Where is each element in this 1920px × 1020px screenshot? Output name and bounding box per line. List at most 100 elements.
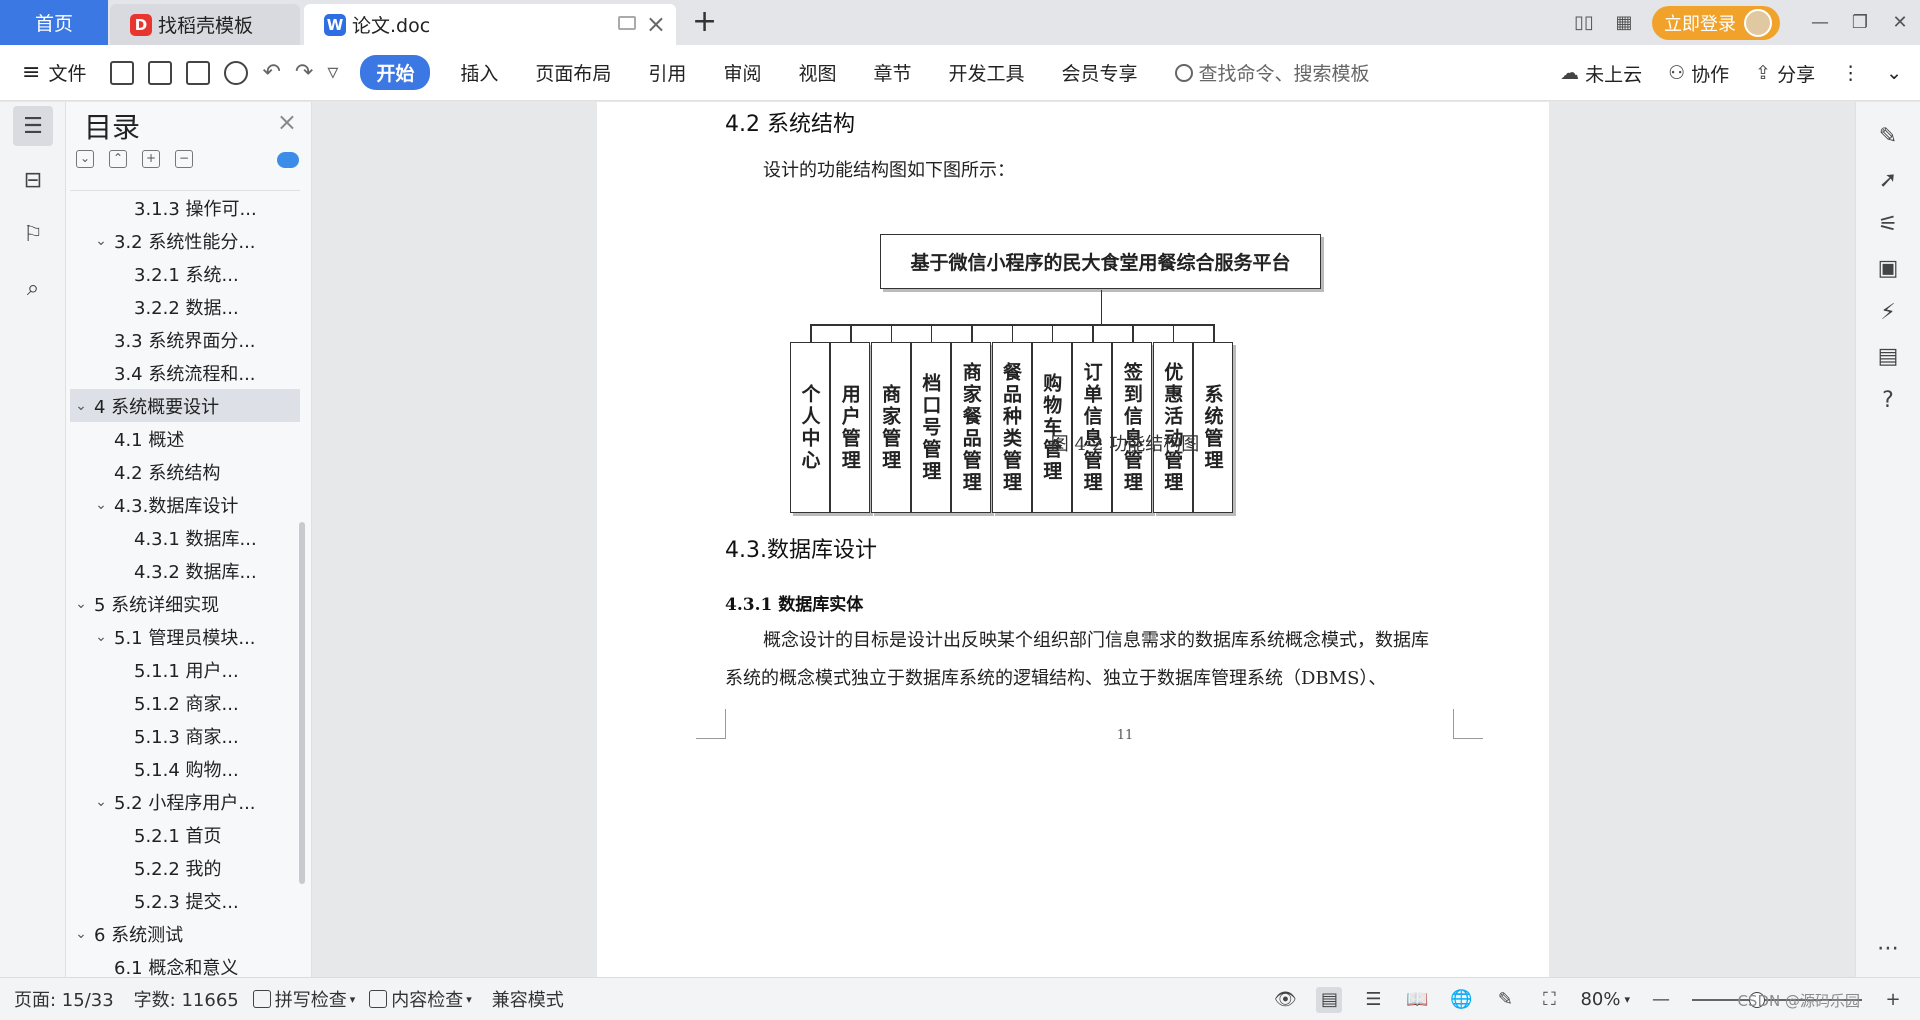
toc-item[interactable]: 5.2.1 首页 bbox=[70, 818, 300, 851]
promote-icon[interactable]: + bbox=[142, 150, 160, 168]
chevron-down-icon[interactable]: ⌄ bbox=[94, 794, 108, 810]
toc-item[interactable]: 5.1.2 商家... bbox=[70, 686, 300, 719]
page-view-icon[interactable]: ▤ bbox=[1316, 986, 1343, 1013]
toc-item[interactable]: 5.2.2 我的 bbox=[70, 851, 300, 884]
chevron-down-icon[interactable]: ⌄ bbox=[94, 497, 108, 513]
select-cursor-icon[interactable]: ➚ bbox=[1872, 164, 1904, 196]
toc-item[interactable]: 5.1.3 商家... bbox=[70, 719, 300, 752]
toc-item[interactable]: ⌄ 3.2 系统性能分... bbox=[70, 224, 300, 257]
undo-icon[interactable]: ↶ bbox=[262, 60, 280, 85]
toc-item[interactable]: 6.1 概念和意义 bbox=[70, 950, 300, 978]
eye-protect-icon[interactable]: 👁 bbox=[1272, 987, 1298, 1013]
ribbon-tab[interactable]: 视图 bbox=[798, 59, 836, 86]
tab-document[interactable]: W 论文.doc × bbox=[304, 4, 676, 45]
print-icon[interactable] bbox=[186, 60, 211, 85]
minimize-icon[interactable]: — bbox=[1800, 0, 1840, 45]
share-button[interactable]: ⇪ 分享 bbox=[1755, 60, 1815, 87]
ribbon-tab[interactable]: 页面布局 bbox=[535, 59, 611, 86]
toc-item[interactable]: 4.3.1 数据库... bbox=[70, 521, 300, 554]
reading-layout-icon[interactable]: ▯▯ bbox=[1564, 0, 1604, 45]
toc-panel-icon[interactable]: ☰ bbox=[13, 106, 53, 146]
edit-pen-icon[interactable]: ✎ bbox=[1872, 120, 1904, 152]
write-mode-icon[interactable]: ✎ bbox=[1492, 987, 1518, 1013]
toc-item[interactable]: ⌄ 4 系统概要设计 bbox=[70, 389, 300, 422]
fit-page-icon[interactable]: ⛶ bbox=[1536, 987, 1562, 1013]
web-view-icon[interactable]: 🌐 bbox=[1448, 987, 1474, 1013]
ribbon-tab[interactable]: 会员专享 bbox=[1062, 59, 1138, 86]
toc-item[interactable]: 4.1 概述 bbox=[70, 422, 300, 455]
save-icon[interactable] bbox=[110, 60, 135, 85]
page-indicator[interactable]: 页面: 15/33 bbox=[14, 986, 114, 1012]
toc-item[interactable]: 5.2.3 提交... bbox=[70, 884, 300, 917]
toc-item[interactable]: 4.2 系统结构 bbox=[70, 455, 300, 488]
toc-item[interactable]: 3.1.3 操作可... bbox=[70, 191, 300, 224]
toc-item[interactable]: 5.1.1 用户... bbox=[70, 653, 300, 686]
outline-view-icon[interactable]: ☰ bbox=[1360, 987, 1386, 1013]
chevron-down-icon[interactable]: ⌄ bbox=[94, 233, 108, 249]
file-menu[interactable]: ≡ 文件 bbox=[22, 59, 86, 86]
expand-all-icon[interactable]: ⌄ bbox=[76, 150, 94, 168]
toc-item[interactable]: 3.4 系统流程和... bbox=[70, 356, 300, 389]
chevron-down-icon[interactable]: ⌄ bbox=[74, 398, 88, 414]
navigation-pane-icon[interactable]: ⊟ bbox=[13, 160, 53, 200]
new-tab-button[interactable]: + bbox=[692, 4, 717, 39]
demote-icon[interactable]: − bbox=[175, 150, 193, 168]
toc-item[interactable]: ⌄ 5.2 小程序用户... bbox=[70, 785, 300, 818]
zoom-in-icon[interactable]: + bbox=[1880, 987, 1906, 1013]
image-tools-icon[interactable]: ▣ bbox=[1872, 252, 1904, 284]
adjust-sliders-icon[interactable]: ⚟ bbox=[1872, 208, 1904, 240]
spell-check-button[interactable]: 拼写检查 ▾ bbox=[252, 986, 355, 1012]
toc-scrollbar[interactable] bbox=[299, 522, 305, 884]
ribbon-tab[interactable]: 审阅 bbox=[723, 59, 761, 86]
find-icon[interactable]: ⌕ bbox=[13, 268, 53, 308]
collapse-ribbon-icon[interactable]: ⌄ bbox=[1886, 62, 1902, 84]
ribbon-tab[interactable]: 开发工具 bbox=[948, 59, 1024, 86]
ribbon-tab[interactable]: 引用 bbox=[648, 59, 686, 86]
chevron-down-icon[interactable]: ⌄ bbox=[74, 596, 88, 612]
toc-item[interactable]: ⌄ 4.3.数据库设计 bbox=[70, 488, 300, 521]
toc-item[interactable]: 3.2.2 数据... bbox=[70, 290, 300, 323]
bookmark-icon[interactable]: ⚐ bbox=[13, 214, 53, 254]
toc-item[interactable]: ⌄ 5.1 管理员模块... bbox=[70, 620, 300, 653]
ai-assist-icon[interactable]: ⚡ bbox=[1872, 296, 1904, 328]
collab-button[interactable]: ⚇ 协作 bbox=[1668, 60, 1729, 87]
more-menu-icon[interactable]: ⋮ bbox=[1841, 62, 1860, 84]
help-icon[interactable]: ? bbox=[1872, 384, 1904, 416]
tab-home[interactable]: 首页 bbox=[0, 0, 108, 45]
pin-window-icon[interactable] bbox=[618, 16, 636, 30]
redo-icon[interactable]: ↷ bbox=[295, 60, 313, 85]
word-count[interactable]: 字数: 11665 bbox=[134, 986, 239, 1012]
zoom-out-icon[interactable]: — bbox=[1648, 987, 1674, 1013]
content-check-button[interactable]: 内容检查 ▾ bbox=[369, 986, 472, 1012]
login-button[interactable]: 立即登录 bbox=[1652, 5, 1780, 40]
reading-view-icon[interactable]: 📖 bbox=[1404, 987, 1430, 1013]
toc-item[interactable]: 3.3 系统界面分... bbox=[70, 323, 300, 356]
toc-item[interactable]: ⌄ 6 系统测试 bbox=[70, 917, 300, 950]
cloud-button[interactable]: ☁ 未上云 bbox=[1560, 60, 1642, 87]
command-search[interactable]: 查找命令、搜索模板 bbox=[1174, 59, 1370, 86]
export-pdf-icon[interactable] bbox=[148, 60, 173, 85]
toc-item[interactable]: 4.3.2 数据库... bbox=[70, 554, 300, 587]
print-preview-icon[interactable] bbox=[224, 60, 249, 85]
close-window-icon[interactable]: ✕ bbox=[1880, 0, 1920, 45]
chevron-down-icon[interactable]: ⌄ bbox=[94, 629, 108, 645]
tab-templates[interactable]: D 找稻壳模板 bbox=[110, 4, 300, 45]
review-book-icon[interactable]: ▤ bbox=[1872, 340, 1904, 372]
ribbon-tab[interactable]: 章节 bbox=[873, 59, 911, 86]
more-tools-icon[interactable]: ⋯ bbox=[1872, 932, 1904, 964]
chevron-down-icon[interactable]: ⌄ bbox=[74, 926, 88, 942]
zoom-level[interactable]: 80% ▾ bbox=[1580, 989, 1630, 1010]
ribbon-tab[interactable]: 开始 bbox=[360, 55, 431, 90]
apps-grid-icon[interactable]: ▦ bbox=[1604, 0, 1644, 45]
close-icon[interactable]: × bbox=[277, 108, 297, 136]
ribbon-tab[interactable]: 插入 bbox=[460, 59, 498, 86]
collapse-all-icon[interactable]: ⌃ bbox=[109, 150, 127, 168]
toc-item[interactable]: 3.2.1 系统... bbox=[70, 257, 300, 290]
close-tab-icon[interactable]: × bbox=[646, 10, 666, 38]
toc-item[interactable]: ⌄ 5 系统详细实现 bbox=[70, 587, 300, 620]
toc-item[interactable]: 5.1.4 购物... bbox=[70, 752, 300, 785]
customize-toolbar-icon[interactable]: ▿ bbox=[327, 60, 338, 85]
restore-icon[interactable]: ❐ bbox=[1840, 0, 1880, 45]
toc-smart-toggle[interactable] bbox=[277, 152, 299, 168]
share-label: 分享 bbox=[1777, 63, 1816, 86]
